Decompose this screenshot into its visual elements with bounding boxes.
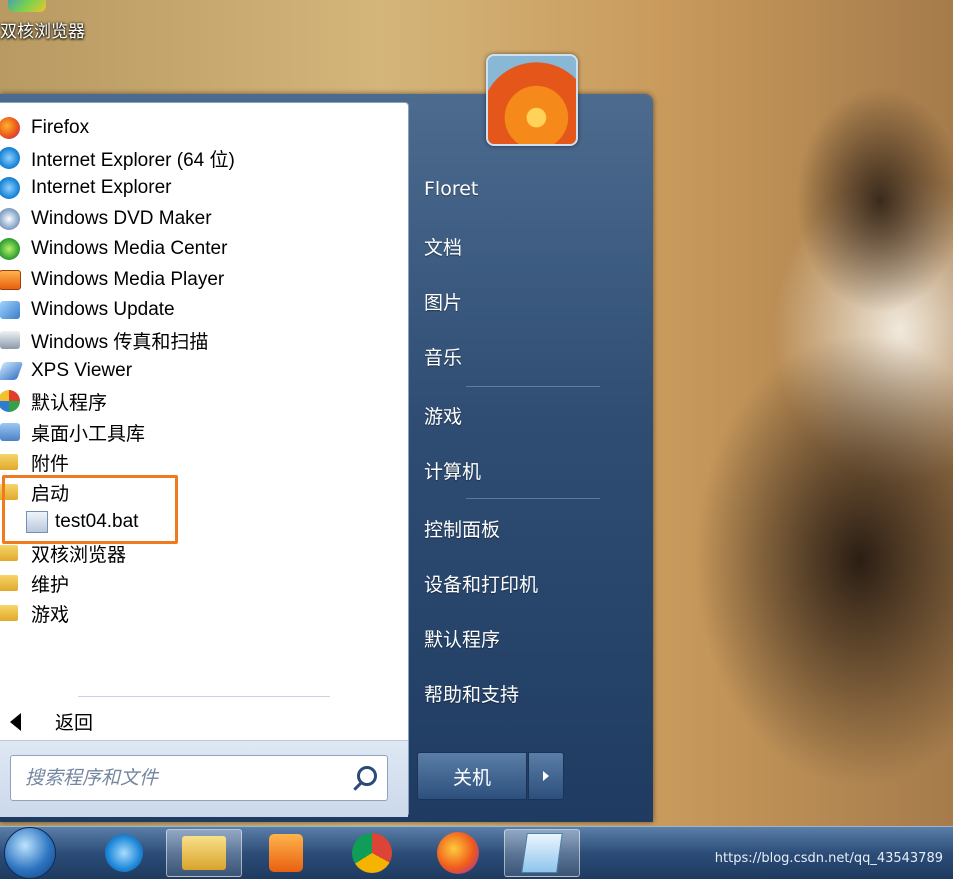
ie-icon <box>0 177 24 199</box>
divider <box>466 498 600 499</box>
taskbar: https://blog.csdn.net/qq_43543789 <box>0 826 953 879</box>
back-label: 返回 <box>55 712 94 734</box>
dvd-maker-icon <box>0 208 24 230</box>
folder-accessories[interactable]: 附件 <box>0 448 400 476</box>
media-player-icon <box>0 269 24 291</box>
right-item-control-panel[interactable]: 控制面板 <box>424 515 500 542</box>
media-player-icon <box>269 834 303 872</box>
program-fax-scan[interactable]: Windows 传真和扫描 <box>0 326 400 354</box>
startup-highlight-box <box>2 475 178 544</box>
shutdown-button[interactable]: 关机 <box>417 752 527 800</box>
desktop-icon-dual-core-browser[interactable]: 双核浏览器 <box>0 0 110 44</box>
watermark-url: https://blog.csdn.net/qq_43543789 <box>714 851 943 866</box>
windows-update-icon <box>0 299 24 321</box>
gadgets-icon <box>0 421 24 443</box>
programs-pane: Firefox Internet Explorer (64 位) Interne… <box>0 102 409 817</box>
ie-icon <box>0 147 24 169</box>
user-avatar[interactable] <box>486 54 578 146</box>
notepad-icon <box>521 833 563 873</box>
folder-icon <box>0 602 24 624</box>
shutdown-options-button[interactable] <box>528 752 564 800</box>
taskbar-chrome[interactable] <box>334 829 410 877</box>
program-default-programs[interactable]: 默认程序 <box>0 387 400 415</box>
default-programs-icon <box>0 390 24 412</box>
taskbar-media-player[interactable] <box>248 829 324 877</box>
program-gadgets[interactable]: 桌面小工具库 <box>0 418 400 446</box>
folder-icon <box>0 572 24 594</box>
start-orb-icon[interactable] <box>4 827 56 879</box>
ie-icon <box>105 834 143 872</box>
folder-maintenance[interactable]: 维护 <box>0 569 400 597</box>
folder-icon <box>182 836 226 870</box>
right-item-devices-printers[interactable]: 设备和打印机 <box>424 570 538 597</box>
desktop-icon-label: 双核浏览器 <box>0 22 85 42</box>
search-area <box>0 740 408 817</box>
divider <box>78 696 330 697</box>
right-item-help-support[interactable]: 帮助和支持 <box>424 680 519 707</box>
program-windows-update[interactable]: Windows Update <box>0 296 400 324</box>
right-item-documents[interactable]: 文档 <box>424 233 462 260</box>
taskbar-notepad[interactable] <box>504 829 580 877</box>
program-ie-64[interactable]: Internet Explorer (64 位) <box>0 144 400 172</box>
chevron-right-icon <box>543 771 549 781</box>
chrome-icon <box>352 833 392 873</box>
search-icon[interactable] <box>357 766 377 786</box>
media-center-icon <box>0 238 24 260</box>
folder-icon <box>0 542 24 564</box>
taskbar-firefox[interactable] <box>420 829 496 877</box>
program-dvd-maker[interactable]: Windows DVD Maker <box>0 205 400 233</box>
taskbar-ie[interactable] <box>86 829 162 877</box>
start-menu: Firefox Internet Explorer (64 位) Interne… <box>0 94 653 822</box>
browser-icon <box>8 0 46 12</box>
program-firefox[interactable]: Firefox <box>0 114 400 142</box>
right-item-computer[interactable]: 计算机 <box>424 457 481 484</box>
search-box[interactable] <box>10 755 388 801</box>
program-media-player[interactable]: Windows Media Player <box>0 266 400 294</box>
divider <box>466 386 600 387</box>
program-media-center[interactable]: Windows Media Center <box>0 235 400 263</box>
right-item-default-programs[interactable]: 默认程序 <box>424 625 500 652</box>
program-ie[interactable]: Internet Explorer <box>0 174 400 202</box>
folder-icon <box>0 451 24 473</box>
right-item-pictures[interactable]: 图片 <box>424 288 462 315</box>
firefox-icon <box>437 832 479 874</box>
fax-scan-icon <box>0 329 24 351</box>
back-button[interactable]: 返回 <box>10 708 93 735</box>
folder-games[interactable]: 游戏 <box>0 599 400 627</box>
xps-viewer-icon <box>0 360 24 382</box>
program-xps-viewer[interactable]: XPS Viewer <box>0 357 400 385</box>
back-arrow-icon <box>10 712 21 731</box>
taskbar-explorer[interactable] <box>166 829 242 877</box>
right-item-games[interactable]: 游戏 <box>424 402 462 429</box>
right-item-music[interactable]: 音乐 <box>424 343 462 370</box>
right-item-user[interactable]: Floret <box>424 178 478 200</box>
search-input[interactable] <box>23 756 347 800</box>
firefox-icon <box>0 117 24 139</box>
